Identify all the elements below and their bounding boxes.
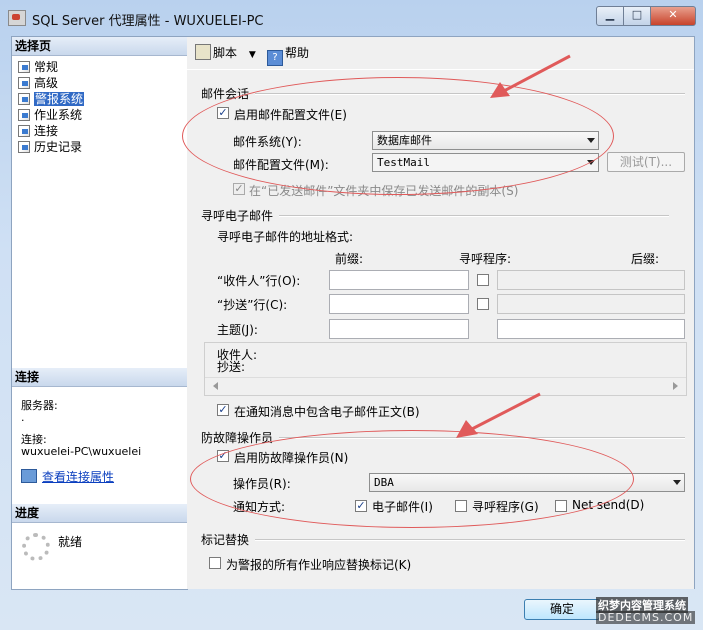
replace-tokens-checkbox[interactable] xyxy=(209,557,221,569)
to-line-label: “收件人”行(O): xyxy=(217,274,301,288)
to-prefix-input[interactable] xyxy=(329,270,469,290)
operator-label: 操作员(R): xyxy=(233,477,291,491)
help-button[interactable]: ? 帮助 xyxy=(267,44,309,66)
enable-failsafe-checkbox[interactable]: ✓ xyxy=(217,450,229,462)
replace-tokens-label: 为警报的所有作业响应替换标记(K) xyxy=(226,558,412,572)
mail-profile-label: 邮件配置文件(M): xyxy=(233,158,329,172)
dialog-window: SQL Server 代理属性 - WUXUELEI-PC ▁ □ ✕ 选择页 … xyxy=(0,0,703,630)
pages-header: 选择页 xyxy=(12,37,187,56)
col-pager-label: 寻呼程序: xyxy=(459,252,512,266)
cc-pager-checkbox[interactable] xyxy=(477,298,489,310)
view-connection-properties-link[interactable]: 查看连接属性 xyxy=(21,468,114,485)
notify-netsend-checkbox[interactable] xyxy=(555,500,567,512)
annotation-arrow-icon xyxy=(456,392,541,438)
to-pager-checkbox[interactable] xyxy=(477,274,489,286)
right-pane: 脚本 ▼ ? 帮助 邮件会话 ✓ 启用邮件配置文件(E) 邮件系统(Y): 数据库… xyxy=(187,36,695,589)
page-icon xyxy=(18,77,30,89)
chevron-down-icon xyxy=(587,138,595,143)
page-item-advanced[interactable]: 高级 xyxy=(18,75,58,91)
server-value: . xyxy=(21,411,25,424)
mail-session-title: 邮件会话 xyxy=(201,87,250,101)
include-body-checkbox[interactable]: ✓ xyxy=(217,404,229,416)
notify-netsend-label: Net send(D) xyxy=(572,498,645,512)
cc-suffix-input[interactable] xyxy=(497,294,685,314)
server-label: 服务器: xyxy=(21,399,58,412)
page-item-job-system[interactable]: 作业系统 xyxy=(18,107,82,123)
notify-email-label: 电子邮件(I) xyxy=(372,500,433,514)
notify-email-checkbox[interactable]: ✓ xyxy=(355,500,367,512)
progress-header: 进度 xyxy=(12,504,187,523)
progress-spinner-icon xyxy=(22,533,50,561)
connection-properties-icon xyxy=(21,469,37,483)
chevron-down-icon xyxy=(673,480,681,485)
pager-email-title: 寻呼电子邮件 xyxy=(201,209,274,223)
title-bar: SQL Server 代理属性 - WUXUELEI-PC ▁ □ ✕ xyxy=(0,0,703,34)
mail-system-label: 邮件系统(Y): xyxy=(233,135,302,149)
scroll-right-icon[interactable] xyxy=(673,382,678,390)
chevron-down-icon xyxy=(587,160,595,165)
page-icon xyxy=(18,141,30,153)
subject-label: 主题(J): xyxy=(217,323,258,337)
preview-scrollbar[interactable] xyxy=(205,377,686,394)
save-copies-checkbox[interactable]: ✓ xyxy=(233,183,245,195)
enable-mail-profile-checkbox[interactable]: ✓ xyxy=(217,107,229,119)
minimize-button[interactable]: ▁ xyxy=(596,6,624,26)
close-button[interactable]: ✕ xyxy=(650,6,696,26)
mail-system-select[interactable]: 数据库邮件 xyxy=(372,131,599,150)
page-item-general[interactable]: 常规 xyxy=(18,59,58,75)
preview-cc: 抄送: xyxy=(217,360,246,374)
maximize-button[interactable]: □ xyxy=(623,6,651,26)
address-preview: 收件人: 抄送: xyxy=(204,342,687,396)
subject-suffix-input[interactable] xyxy=(497,319,685,339)
annotation-arrow-icon xyxy=(490,54,571,98)
operator-select[interactable]: DBA xyxy=(369,473,685,492)
cc-line-label: “抄送”行(C): xyxy=(217,298,288,312)
sql-agent-icon xyxy=(8,10,26,26)
save-copies-label: 在“已发送邮件”文件夹中保存已发送邮件的副本(S) xyxy=(249,184,519,198)
failsafe-title: 防故障操作员 xyxy=(201,431,274,445)
page-item-connection[interactable]: 连接 xyxy=(18,123,58,139)
connection-value: wuxuelei-PC\wuxuelei xyxy=(21,445,142,458)
page-item-alert-system[interactable]: 警报系统 xyxy=(18,91,85,107)
ok-button[interactable]: 确定 xyxy=(524,599,600,620)
script-icon xyxy=(195,44,211,60)
toolbar: 脚本 ▼ ? 帮助 xyxy=(187,37,694,70)
script-dropdown-icon[interactable]: ▼ xyxy=(249,50,256,60)
divider xyxy=(279,215,669,217)
page-icon xyxy=(18,109,30,121)
token-replacement-title: 标记替换 xyxy=(201,533,250,547)
to-suffix-input[interactable] xyxy=(497,270,685,290)
col-suffix-label: 后缀: xyxy=(631,252,660,266)
divider xyxy=(255,93,685,95)
address-format-label: 寻呼电子邮件的地址格式: xyxy=(217,230,354,244)
watermark-line2: DEDECMS.COM xyxy=(596,611,696,624)
page-icon xyxy=(18,125,30,137)
notify-method-label: 通知方式: xyxy=(233,500,286,514)
mail-profile-select[interactable]: TestMail xyxy=(372,153,599,172)
window-title: SQL Server 代理属性 - WUXUELEI-PC xyxy=(32,14,264,29)
script-button[interactable]: 脚本 ▼ xyxy=(195,44,256,62)
notify-pager-label: 寻呼程序(G) xyxy=(472,500,539,514)
enable-failsafe-label: 启用防故障操作员(N) xyxy=(234,451,349,465)
subject-prefix-input[interactable] xyxy=(329,319,469,339)
page-item-history[interactable]: 历史记录 xyxy=(18,139,82,155)
notify-pager-checkbox[interactable] xyxy=(455,500,467,512)
page-icon xyxy=(18,61,30,73)
page-icon xyxy=(18,93,30,105)
divider xyxy=(255,539,685,541)
col-prefix-label: 前缀: xyxy=(335,252,364,266)
scroll-left-icon[interactable] xyxy=(213,382,218,390)
left-pane: 选择页 常规 高级 警报系统 作业系统 连接 历史记录 连接 服务器: . 连接… xyxy=(11,36,188,590)
cc-prefix-input[interactable] xyxy=(329,294,469,314)
help-icon: ? xyxy=(267,50,283,66)
test-button[interactable]: 测试(T)... xyxy=(607,152,685,172)
enable-mail-profile-label: 启用邮件配置文件(E) xyxy=(234,108,347,122)
connection-header: 连接 xyxy=(12,368,187,387)
include-body-label: 在通知消息中包含电子邮件正文(B) xyxy=(234,405,420,419)
progress-status: 就绪 xyxy=(58,535,83,549)
